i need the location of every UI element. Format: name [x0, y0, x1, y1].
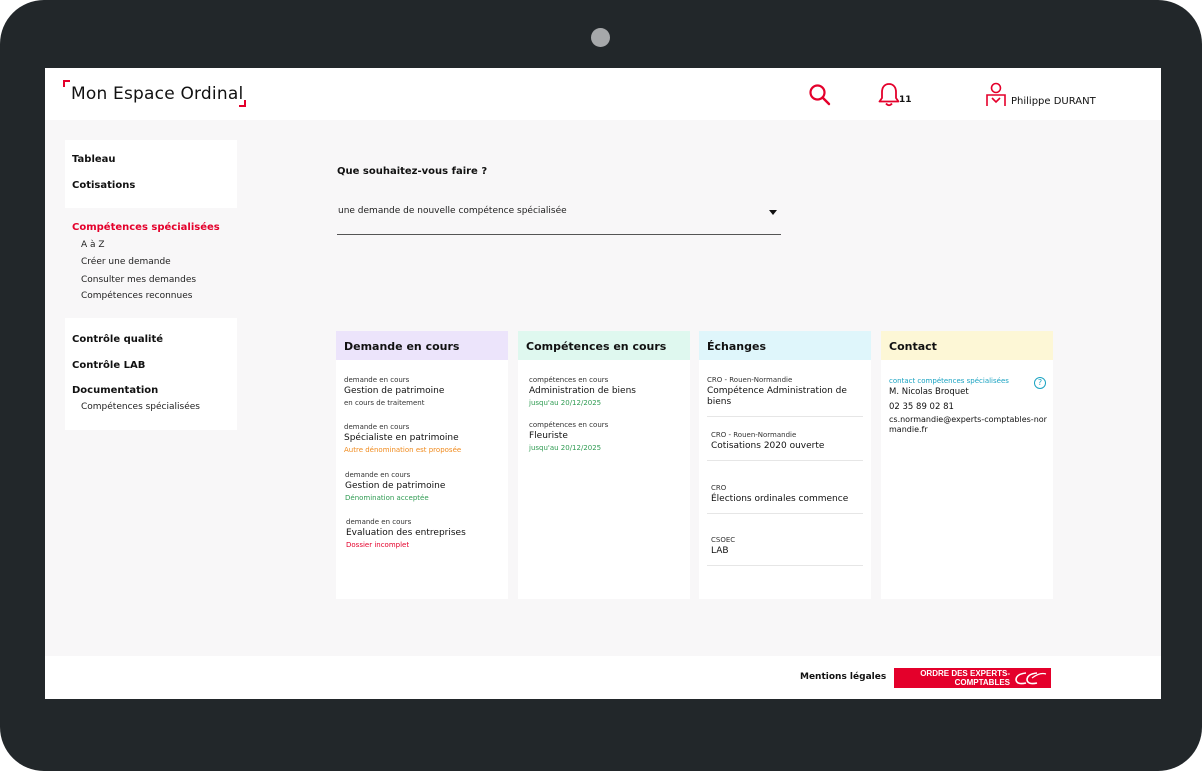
sidebar-sub-competences-reconnues[interactable]: Compétences reconnues — [81, 291, 192, 301]
bell-icon — [878, 83, 900, 107]
sidebar-item-controle-qualite[interactable]: Contrôle qualité — [72, 334, 163, 345]
contact-name: M. Nicolas Broquet — [889, 387, 969, 397]
tablet-frame: Mon Espace Ordinal 11 Philippe DURANT Ta… — [0, 0, 1202, 771]
item-tag: CRO — [711, 484, 727, 492]
user-name: Philippe DURANT — [1011, 96, 1096, 107]
contact-phone[interactable]: 02 35 89 02 81 — [889, 402, 954, 412]
notifications-button[interactable]: 11 — [878, 82, 914, 108]
logo-bracket-bottom-right — [239, 100, 246, 107]
notifications-count: 11 — [899, 95, 912, 105]
demande-item[interactable]: demande en cours Gestion de patrimoine D… — [345, 471, 505, 503]
card-title: Échanges — [699, 331, 871, 360]
item-tag: compétences en cours — [529, 376, 609, 384]
echange-item[interactable]: CSOEC LAB — [707, 536, 863, 566]
select-value: une demande de nouvelle compétence spéci… — [338, 206, 567, 216]
top-header: Mon Espace Ordinal 11 Philippe DURANT — [45, 68, 1161, 120]
sidebar-sub-a-z[interactable]: A à Z — [81, 240, 105, 250]
item-status: Autre dénomination est proposée — [344, 446, 462, 454]
card-competences: Compétences en cours compétences en cour… — [518, 331, 690, 599]
item-status: Dénomination acceptée — [345, 494, 429, 502]
sidebar-item-competences-specialisees[interactable]: Compétences spécialisées — [72, 222, 220, 233]
item-tag: demande en cours — [345, 471, 411, 479]
sidebar-item-tableau[interactable]: Tableau — [72, 154, 116, 165]
item-title: Gestion de patrimoine — [345, 481, 446, 491]
card-title: Contact — [881, 331, 1053, 360]
camera-dot — [591, 28, 610, 47]
item-status: en cours de traitement — [344, 399, 425, 407]
competence-item[interactable]: compétences en cours Fleuriste jusqu'au … — [529, 421, 689, 453]
page-question: Que souhaitez-vous faire ? — [337, 166, 488, 177]
echange-item[interactable]: CRO Élections ordinales commence — [707, 484, 863, 514]
sidebar-item-documentation[interactable]: Documentation — [72, 385, 158, 396]
sidebar-sub-consulter-demandes[interactable]: Consulter mes demandes — [81, 275, 196, 285]
item-tag: demande en cours — [344, 376, 410, 384]
sidebar-sub-documentation-competences[interactable]: Compétences spécialisées — [81, 402, 200, 412]
sidebar-sub-creer-demande[interactable]: Créer une demande — [81, 257, 171, 267]
oec-logo-text: ORDRE DES EXPERTS-COMPTABLES — [920, 669, 1010, 687]
item-tag: CRO - Rouen-Normandie — [711, 431, 797, 439]
user-menu[interactable]: Philippe DURANT — [985, 82, 1096, 110]
item-title: Cotisations 2020 ouverte — [711, 441, 825, 451]
card-title: Demande en cours — [336, 331, 508, 360]
item-title: Fleuriste — [529, 431, 568, 441]
item-title: LAB — [711, 546, 729, 556]
sidebar-item-cotisations[interactable]: Cotisations — [72, 180, 135, 191]
item-title: Spécialiste en patrimoine — [344, 433, 459, 443]
item-tag: demande en cours — [344, 423, 410, 431]
app-screen: Mon Espace Ordinal 11 Philippe DURANT Ta… — [45, 68, 1161, 699]
competence-item[interactable]: compétences en cours Administration de b… — [529, 376, 689, 408]
search-icon — [809, 84, 831, 106]
demande-item[interactable]: demande en cours Evaluation des entrepri… — [346, 518, 506, 550]
item-title: Gestion de patrimoine — [344, 386, 445, 396]
logo-bracket-top-left — [63, 80, 70, 87]
sidebar-block-other: Contrôle qualité Contrôle LAB Documentat… — [65, 318, 237, 430]
card-demandes: Demande en cours demande en cours Gestio… — [336, 331, 508, 599]
item-status: jusqu'au 20/12/2025 — [529, 399, 602, 407]
echange-item[interactable]: CRO - Rouen-Normandie Cotisations 2020 o… — [707, 431, 863, 461]
contact-email[interactable]: cs.normandie@experts-comptables-normandi… — [889, 415, 1049, 435]
item-title: Compétence Administration de biens — [707, 386, 847, 407]
item-tag: CSOEC — [711, 536, 736, 544]
item-title: Élections ordinales commence — [711, 494, 849, 504]
card-echanges: Échanges CRO - Rouen-Normandie Compétenc… — [699, 331, 871, 599]
item-tag: demande en cours — [346, 518, 412, 526]
sidebar-item-controle-lab[interactable]: Contrôle LAB — [72, 360, 145, 371]
oec-mark-icon — [1015, 672, 1047, 685]
card-contact: Contact contact compétences spécialisées… — [881, 331, 1053, 599]
help-icon[interactable]: ? — [1034, 377, 1046, 389]
user-icon — [986, 82, 1006, 106]
search-button[interactable] — [808, 83, 832, 107]
item-status: jusqu'au 20/12/2025 — [529, 444, 602, 452]
legal-link[interactable]: Mentions légales — [800, 672, 886, 682]
item-title: Evaluation des entreprises — [346, 528, 466, 538]
demande-item[interactable]: demande en cours Spécialiste en patrimoi… — [344, 423, 504, 455]
contact-tag: contact compétences spécialisées — [889, 377, 1009, 385]
item-tag: CRO - Rouen-Normandie — [707, 376, 793, 384]
footer: Mentions légales ORDRE DES EXPERTS-COMPT… — [45, 656, 1161, 699]
caret-down-icon — [769, 210, 777, 215]
logo-text: Mon Espace Ordinal — [71, 84, 244, 104]
item-title: Administration de biens — [529, 386, 636, 396]
action-select[interactable]: une demande de nouvelle compétence spéci… — [337, 198, 781, 235]
card-title: Compétences en cours — [518, 331, 690, 360]
oec-logo[interactable]: ORDRE DES EXPERTS-COMPTABLES — [894, 668, 1051, 688]
demande-item[interactable]: demande en cours Gestion de patrimoine e… — [344, 376, 504, 408]
item-tag: compétences en cours — [529, 421, 609, 429]
sidebar-block-competences: Compétences spécialisées A à Z Créer une… — [65, 218, 237, 308]
echange-item[interactable]: CRO - Rouen-Normandie Compétence Adminis… — [707, 376, 863, 417]
sidebar-block-main: Tableau Cotisations — [65, 140, 237, 208]
item-status: Dossier incomplet — [346, 541, 410, 549]
